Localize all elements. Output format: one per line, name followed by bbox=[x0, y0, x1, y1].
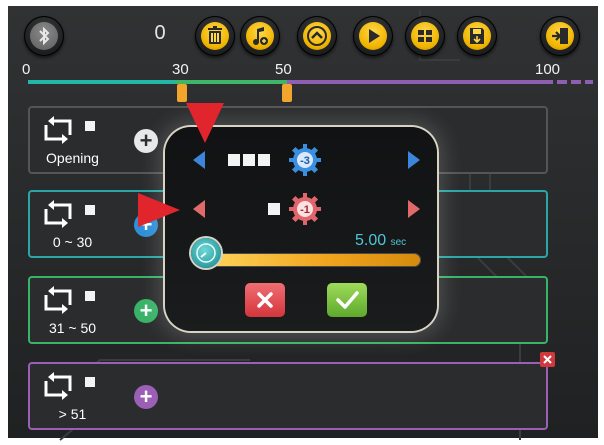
add-action-button[interactable]: + bbox=[134, 129, 158, 153]
selector-row-top: -3 bbox=[165, 144, 437, 176]
range-caption: 31 ~ 50 bbox=[48, 320, 97, 336]
pointer-arrow-down bbox=[186, 103, 224, 143]
range-indicator bbox=[85, 121, 95, 131]
loop-icon bbox=[44, 372, 72, 400]
scroll-up-button[interactable] bbox=[297, 16, 337, 56]
tick-label-0: 0 bbox=[22, 61, 31, 78]
timeline-marker-50[interactable] bbox=[282, 84, 292, 102]
gear-value-bottom: -1 bbox=[300, 204, 310, 216]
tick-label-100: 100 bbox=[535, 61, 561, 78]
tick-label-30: 30 bbox=[172, 61, 189, 78]
tick-label-50: 50 bbox=[275, 61, 292, 78]
timeline-segment-end bbox=[287, 80, 543, 84]
exit-button[interactable] bbox=[540, 16, 580, 56]
save-icon bbox=[470, 28, 484, 44]
loop-icon bbox=[44, 116, 72, 144]
decrease-button-top[interactable] bbox=[193, 151, 205, 169]
bluetooth-icon bbox=[39, 26, 50, 46]
level-block bbox=[228, 154, 240, 166]
play-button[interactable] bbox=[353, 16, 393, 56]
delete-button[interactable] bbox=[195, 16, 235, 56]
gear-icon-red: -1 bbox=[289, 193, 321, 225]
blocks-button[interactable] bbox=[405, 16, 445, 56]
loop-icon bbox=[44, 286, 72, 314]
timeline-segment-middle bbox=[175, 80, 287, 84]
loop-icon bbox=[44, 200, 72, 228]
timer-readout: 5.00 sec bbox=[355, 232, 406, 250]
timer-unit: sec bbox=[390, 237, 407, 248]
close-icon bbox=[257, 292, 273, 308]
timer-value: 5.00 bbox=[355, 232, 387, 249]
increase-button-top[interactable] bbox=[408, 151, 420, 169]
range-caption: 0 ~ 30 bbox=[52, 234, 93, 250]
add-note-icon bbox=[253, 27, 268, 45]
duration-slider[interactable] bbox=[209, 253, 421, 267]
pointer-arrow-right bbox=[138, 193, 180, 227]
settings-dialog: -3 -1 5.00 sec bbox=[165, 127, 437, 331]
level-block bbox=[268, 203, 280, 215]
range-label-opening[interactable]: Opening bbox=[30, 108, 115, 172]
bluetooth-button[interactable] bbox=[24, 16, 64, 56]
cancel-button[interactable] bbox=[245, 283, 285, 317]
range-row-over-51[interactable]: > 51 + bbox=[28, 362, 548, 430]
level-block bbox=[258, 154, 270, 166]
remove-row-button[interactable] bbox=[540, 352, 555, 367]
range-label-31-50[interactable]: 31 ~ 50 bbox=[30, 278, 115, 342]
tiles-icon bbox=[418, 30, 432, 42]
save-button[interactable] bbox=[457, 16, 497, 56]
add-action-button[interactable]: + bbox=[134, 385, 158, 409]
add-note-button[interactable] bbox=[240, 16, 280, 56]
range-label-over-51[interactable]: > 51 bbox=[30, 364, 115, 428]
add-action-button[interactable]: + bbox=[134, 299, 158, 323]
close-icon bbox=[543, 355, 552, 364]
gear-icon-blue: -3 bbox=[289, 144, 321, 176]
range-indicator bbox=[85, 377, 95, 387]
selector-row-bottom: -1 bbox=[165, 193, 437, 225]
trash-icon bbox=[208, 26, 222, 44]
range-indicator bbox=[85, 291, 95, 301]
range-caption: > 51 bbox=[58, 406, 87, 422]
chevron-up-icon bbox=[307, 26, 327, 46]
clock-icon bbox=[196, 243, 216, 263]
duration-slider-handle[interactable] bbox=[191, 238, 221, 268]
gear-value-top: -3 bbox=[300, 155, 310, 167]
play-icon bbox=[369, 29, 380, 43]
level-block bbox=[243, 154, 255, 166]
range-label-0-30[interactable]: 0 ~ 30 bbox=[30, 192, 115, 256]
checkmark-icon bbox=[336, 291, 359, 309]
confirm-button[interactable] bbox=[327, 283, 367, 317]
decrease-button-bottom[interactable] bbox=[193, 200, 205, 218]
range-indicator bbox=[85, 205, 95, 215]
app-screen: 0 0 30 50 100 Opening + 0 ~ 30 + 31 ~ 50… bbox=[0, 0, 604, 445]
increase-button-bottom[interactable] bbox=[408, 200, 420, 218]
timeline-marker-30[interactable] bbox=[177, 84, 187, 102]
counter: 0 bbox=[154, 22, 166, 44]
range-caption: Opening bbox=[46, 150, 99, 166]
timeline-segment-overflow bbox=[543, 80, 593, 84]
exit-icon bbox=[552, 28, 568, 44]
